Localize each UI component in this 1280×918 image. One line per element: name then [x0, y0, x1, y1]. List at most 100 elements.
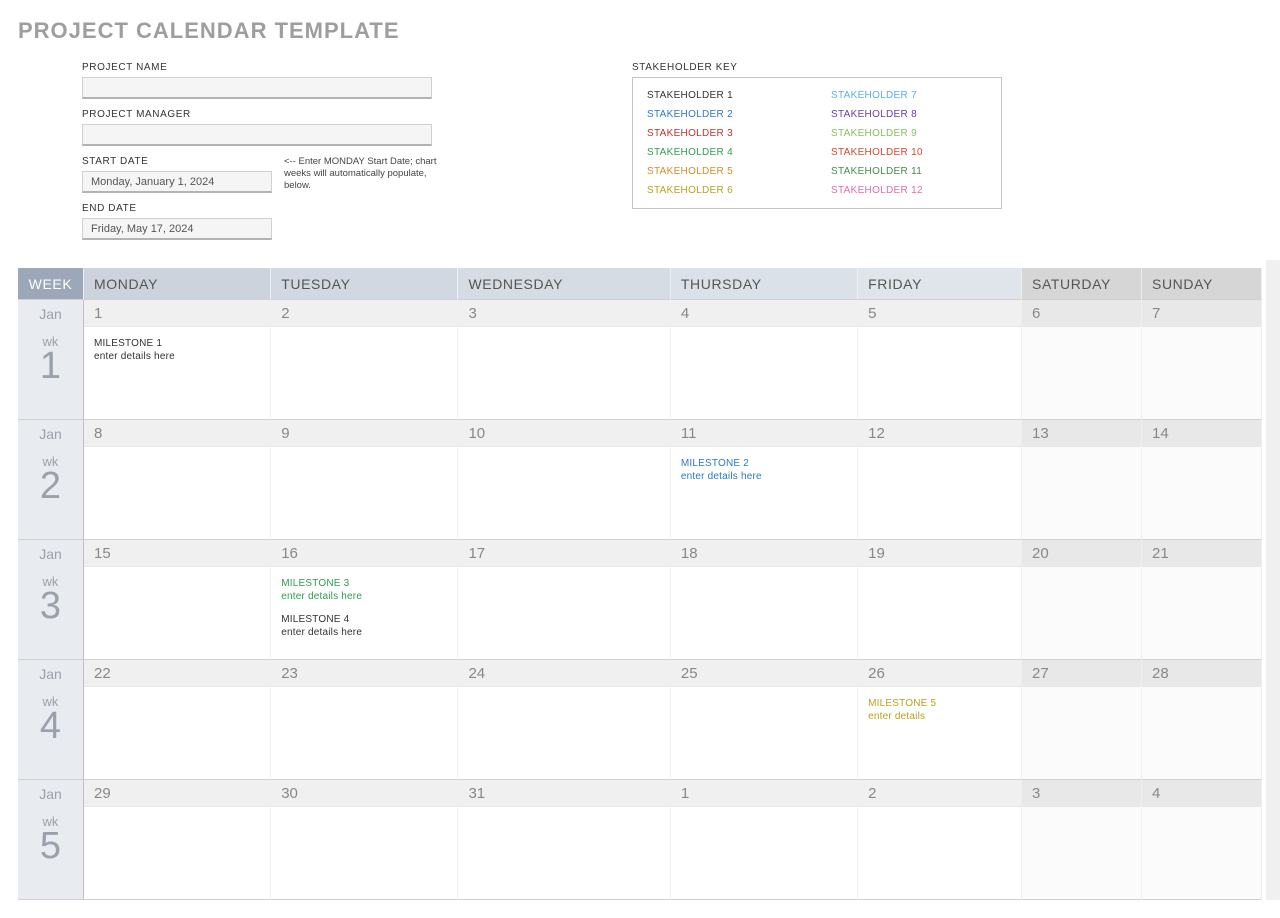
stakeholder-key-item: STAKEHOLDER 11 — [817, 162, 1001, 181]
day-cell[interactable]: 8 — [84, 420, 271, 540]
day-number: 27 — [1022, 660, 1141, 687]
week-number: 1 — [18, 347, 83, 385]
day-cell[interactable]: 26MILESTONE 5enter details — [858, 660, 1022, 780]
day-cell[interactable]: 27 — [1022, 660, 1142, 780]
end-date-input[interactable] — [82, 218, 272, 240]
calendar-week-row: Janwk2891011MILESTONE 2enter details her… — [18, 420, 1262, 540]
day-cell[interactable]: 25 — [671, 660, 858, 780]
milestone-title: MILESTONE 1 — [94, 337, 260, 350]
stakeholder-key-item: STAKEHOLDER 12 — [817, 181, 1001, 200]
day-cell[interactable]: 3 — [458, 300, 670, 420]
day-number: 30 — [271, 780, 457, 807]
week-cell: Janwk3 — [18, 540, 84, 660]
day-cell[interactable]: 30 — [271, 780, 458, 900]
week-cell: Janwk1 — [18, 300, 84, 420]
start-date-input[interactable] — [82, 171, 272, 193]
day-cell[interactable]: 21 — [1142, 540, 1262, 660]
milestone[interactable]: MILESTONE 5enter details — [868, 697, 1011, 723]
day-number: 24 — [458, 660, 669, 687]
day-number: 12 — [858, 420, 1021, 447]
milestone-title: MILESTONE 5 — [868, 697, 1011, 710]
day-number: 4 — [1142, 780, 1261, 807]
day-cell[interactable]: 31 — [458, 780, 670, 900]
day-cell[interactable]: 3 — [1022, 780, 1142, 900]
project-name-input[interactable] — [82, 77, 432, 99]
day-cell[interactable]: 16 MILESTONE 3enter details here MILESTONE… — [271, 540, 458, 660]
milestone-title: MILESTONE 4 — [281, 613, 447, 626]
day-number: 31 — [458, 780, 669, 807]
day-number: 19 — [858, 540, 1021, 567]
calendar-week-row: Janwk52930311234 — [18, 780, 1262, 900]
week-cell: Janwk5 — [18, 780, 84, 900]
day-number: 2 — [858, 780, 1021, 807]
stakeholder-key-item: STAKEHOLDER 5 — [633, 162, 817, 181]
day-number: 25 — [671, 660, 857, 687]
day-number: 1 — [84, 300, 270, 327]
milestone[interactable]: MILESTONE 1enter details here — [94, 337, 260, 363]
day-cell[interactable]: 17 — [458, 540, 670, 660]
milestone-title: MILESTONE 2 — [681, 457, 847, 470]
day-number: 22 — [84, 660, 270, 687]
calendar-table: WEEK MONDAY TUESDAY WEDNESDAY THURSDAY F… — [18, 268, 1262, 900]
day-number: 2 — [271, 300, 457, 327]
milestone-detail: enter details here — [94, 350, 260, 363]
milestone[interactable]: MILESTONE 2enter details here — [681, 457, 847, 483]
day-number: 10 — [458, 420, 669, 447]
day-cell[interactable]: 1 — [671, 780, 858, 900]
day-cell[interactable]: 11MILESTONE 2enter details here — [671, 420, 858, 540]
project-manager-label: PROJECT MANAGER — [82, 109, 432, 120]
vertical-scrollbar[interactable] — [1266, 260, 1280, 900]
day-cell[interactable]: 5 — [858, 300, 1022, 420]
day-cell[interactable]: 4 — [671, 300, 858, 420]
day-number: 16 — [271, 540, 457, 567]
milestone-detail: enter details here — [681, 470, 847, 483]
milestone-detail: enter details here — [281, 626, 447, 639]
day-cell[interactable]: 2 — [858, 780, 1022, 900]
day-cell[interactable]: 28 — [1142, 660, 1262, 780]
day-cell[interactable]: 24 — [458, 660, 670, 780]
calendar-week-row: Janwk31516 MILESTONE 3enter details here M… — [18, 540, 1262, 660]
day-cell[interactable]: 29 — [84, 780, 271, 900]
day-number: 23 — [271, 660, 457, 687]
week-month: Jan — [18, 666, 83, 682]
stakeholder-key-item: STAKEHOLDER 10 — [817, 143, 1001, 162]
day-number: 5 — [858, 300, 1021, 327]
col-sunday: SUNDAY — [1142, 268, 1262, 300]
day-number: 18 — [671, 540, 857, 567]
start-date-hint: <-- Enter MONDAY Start Date; chart weeks… — [284, 156, 444, 192]
day-cell[interactable]: 15 — [84, 540, 271, 660]
week-month: Jan — [18, 546, 83, 562]
week-number: 2 — [18, 467, 83, 505]
day-cell[interactable]: 14 — [1142, 420, 1262, 540]
stakeholder-key-item: STAKEHOLDER 6 — [633, 181, 817, 200]
day-number: 3 — [1022, 780, 1141, 807]
day-cell[interactable]: 4 — [1142, 780, 1262, 900]
day-number: 6 — [1022, 300, 1141, 327]
day-cell[interactable]: 10 — [458, 420, 670, 540]
day-cell[interactable]: 1 MILESTONE 1enter details here — [84, 300, 271, 420]
day-number: 1 — [671, 780, 857, 807]
day-cell[interactable]: 12 — [858, 420, 1022, 540]
day-cell[interactable]: 13 — [1022, 420, 1142, 540]
col-friday: FRIDAY — [858, 268, 1022, 300]
day-number: 17 — [458, 540, 669, 567]
day-cell[interactable]: 7 — [1142, 300, 1262, 420]
day-number: 20 — [1022, 540, 1141, 567]
col-week: WEEK — [18, 268, 84, 300]
week-cell: Janwk4 — [18, 660, 84, 780]
day-cell[interactable]: 23 — [271, 660, 458, 780]
stakeholder-key-item: STAKEHOLDER 3 — [633, 124, 817, 143]
day-cell[interactable]: 19 — [858, 540, 1022, 660]
day-cell[interactable]: 6 — [1022, 300, 1142, 420]
day-number: 28 — [1142, 660, 1261, 687]
stakeholder-key-item: STAKEHOLDER 7 — [817, 86, 1001, 105]
week-month: Jan — [18, 426, 83, 442]
day-cell[interactable]: 2 — [271, 300, 458, 420]
day-cell[interactable]: 22 — [84, 660, 271, 780]
milestone[interactable]: MILESTONE 3enter details here — [281, 577, 447, 603]
day-cell[interactable]: 20 — [1022, 540, 1142, 660]
day-cell[interactable]: 9 — [271, 420, 458, 540]
milestone[interactable]: MILESTONE 4enter details here — [281, 613, 447, 639]
project-manager-input[interactable] — [82, 124, 432, 146]
day-cell[interactable]: 18 — [671, 540, 858, 660]
